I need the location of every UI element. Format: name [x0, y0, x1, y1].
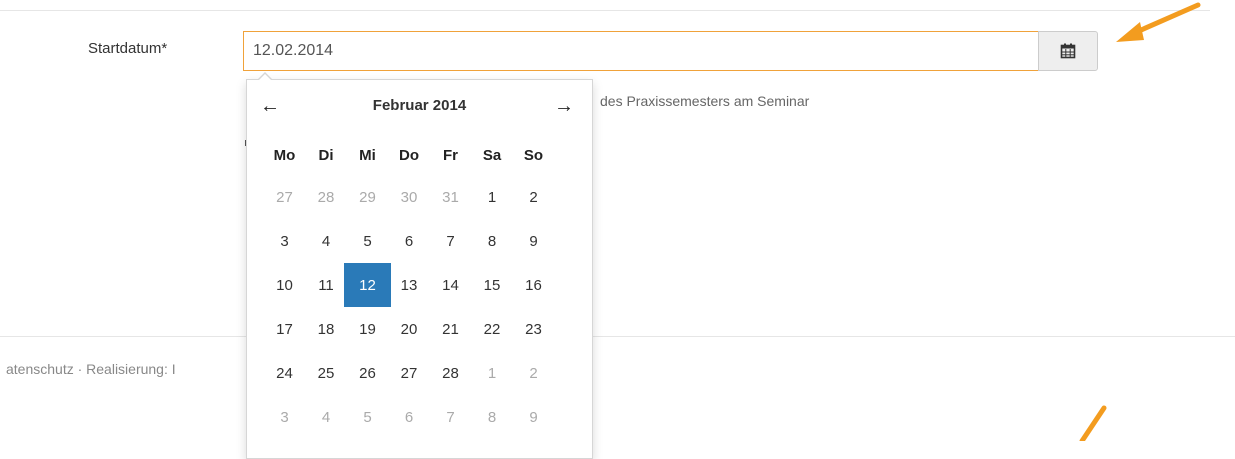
- weekday-header: Do: [399, 146, 419, 164]
- calendar-day[interactable]: 2: [510, 175, 557, 219]
- calendar-day[interactable]: 29: [344, 175, 391, 219]
- calendar-day[interactable]: 3: [261, 395, 308, 439]
- calendar-day[interactable]: 6: [386, 219, 433, 263]
- calendar-day[interactable]: 6: [386, 395, 433, 439]
- calendar-day[interactable]: 24: [261, 351, 308, 395]
- calendar-day[interactable]: 8: [469, 395, 516, 439]
- footer-divider: [0, 336, 1235, 337]
- weekday-header-row: Mo Di Mi Do Fr Sa So: [261, 135, 552, 175]
- weekday-header: So: [523, 146, 544, 164]
- next-month-button[interactable]: →: [549, 94, 579, 118]
- datepicker-header: ← Februar 2014 →: [247, 88, 592, 124]
- footer-text: atenschutz · Realisierung: I: [6, 361, 176, 377]
- calendar-day[interactable]: 7: [427, 219, 474, 263]
- calendar-day[interactable]: 17: [261, 307, 308, 351]
- startdatum-input[interactable]: [243, 31, 1038, 71]
- calendar-day[interactable]: 31: [427, 175, 474, 219]
- calendar-day[interactable]: 13: [386, 263, 433, 307]
- calendar-day[interactable]: 5: [344, 395, 391, 439]
- datepicker-popup: ← Februar 2014 → Mo Di Mi Do Fr Sa So 27…: [246, 72, 593, 459]
- annotation-arrow-bottom: [1079, 405, 1107, 441]
- calendar-day[interactable]: 26: [344, 351, 391, 395]
- calendar-day[interactable]: 9: [510, 219, 557, 263]
- startdatum-label: Startdatum*: [88, 40, 168, 57]
- calendar-day[interactable]: 16: [510, 263, 557, 307]
- calendar-day[interactable]: 15: [469, 263, 516, 307]
- calendar-day[interactable]: 14: [427, 263, 474, 307]
- calendar-week-row: 3456789: [261, 219, 552, 263]
- calendar-day[interactable]: 1: [469, 351, 516, 395]
- calendar-day[interactable]: 4: [303, 219, 350, 263]
- calendar-day[interactable]: 9: [510, 395, 557, 439]
- calendar-day[interactable]: 7: [427, 395, 474, 439]
- calendar-day[interactable]: 10: [261, 263, 308, 307]
- calendar-week-row: 10 11 12 13 14 15 16: [261, 263, 552, 307]
- weekday-header: Sa: [482, 146, 502, 164]
- calendar-day[interactable]: 5: [344, 219, 391, 263]
- calendar-day[interactable]: 20: [386, 307, 433, 351]
- calendar-icon: [1060, 43, 1076, 59]
- weekday-header: Mi: [359, 146, 376, 164]
- calendar-button[interactable]: [1038, 31, 1098, 71]
- calendar-day[interactable]: 27: [386, 351, 433, 395]
- calendar-week-row: 24 25 26 27 28 1 2: [261, 351, 552, 395]
- calendar-day[interactable]: 12: [344, 263, 391, 307]
- calendar-week-row: 27 28 29 30 31 1 2: [261, 175, 552, 219]
- calendar-day[interactable]: 21: [427, 307, 474, 351]
- calendar-day[interactable]: 28: [427, 351, 474, 395]
- calendar-day[interactable]: 19: [344, 307, 391, 351]
- datepicker-caret-inner: [258, 74, 272, 81]
- top-divider: [0, 10, 1210, 11]
- calendar-day[interactable]: 22: [469, 307, 516, 351]
- month-year-switch[interactable]: Februar 2014: [327, 97, 512, 114]
- calendar-day[interactable]: 30: [386, 175, 433, 219]
- weekday-header: Di: [318, 146, 334, 164]
- help-text: des Praxissemesters am Seminar: [600, 93, 810, 109]
- calendar-week-row: 17 18 19 20 21 22 23: [261, 307, 552, 351]
- datepicker-grid: Mo Di Mi Do Fr Sa So 27 28 29 30 31 1 2 3 4 5 6 7 8 9…: [261, 135, 552, 439]
- calendar-day[interactable]: 28: [303, 175, 350, 219]
- calendar-week-row: 3456789: [261, 395, 552, 439]
- calendar-day[interactable]: 4: [303, 395, 350, 439]
- calendar-day[interactable]: 8: [469, 219, 516, 263]
- weekday-header: Fr: [443, 146, 458, 164]
- calendar-day[interactable]: 18: [303, 307, 350, 351]
- calendar-day[interactable]: 3: [261, 219, 308, 263]
- calendar-day[interactable]: 11: [303, 263, 350, 307]
- weekday-header: Mo: [273, 146, 296, 164]
- calendar-day[interactable]: 25: [303, 351, 350, 395]
- calendar-day[interactable]: 1: [469, 175, 516, 219]
- calendar-day[interactable]: 27: [261, 175, 308, 219]
- calendar-day[interactable]: 23: [510, 307, 557, 351]
- annotation-arrow-top: [1116, 2, 1201, 42]
- calendar-day[interactable]: 2: [510, 351, 557, 395]
- prev-month-button[interactable]: ←: [255, 94, 285, 118]
